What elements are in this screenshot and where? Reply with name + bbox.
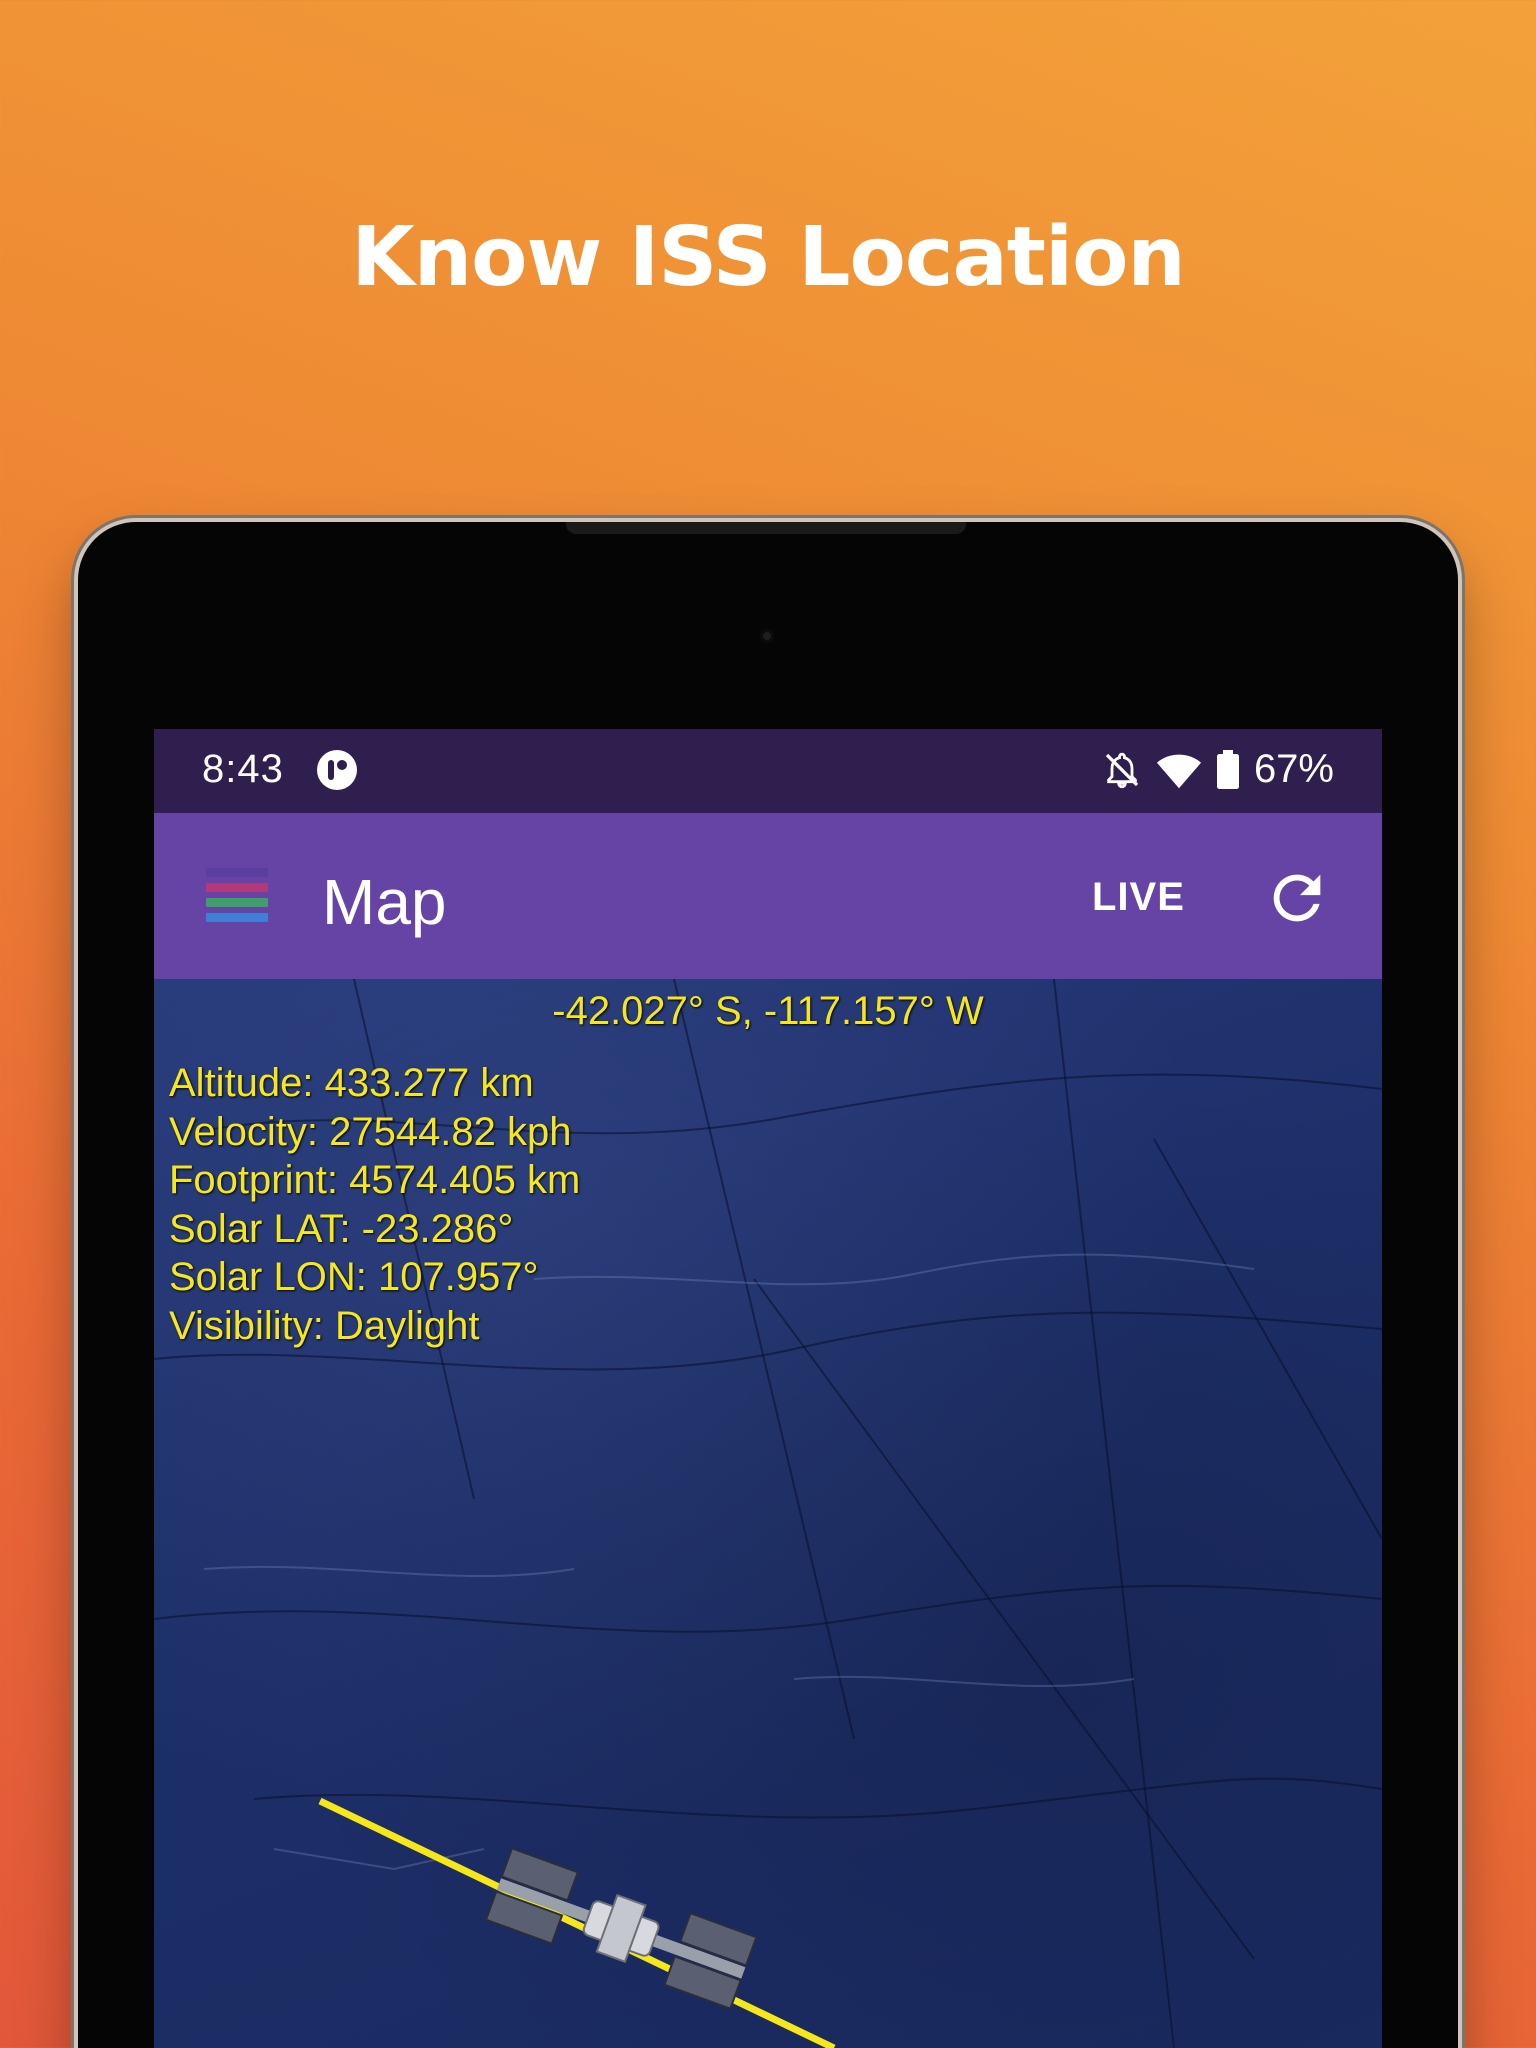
velocity-stat: Velocity: 27544.82 kph bbox=[169, 1109, 572, 1154]
menu-stripe bbox=[206, 883, 268, 892]
menu-stripe bbox=[206, 913, 268, 922]
live-button[interactable]: LIVE bbox=[1092, 875, 1185, 920]
status-bar: 8:43 67% bbox=[154, 729, 1382, 813]
wifi-icon bbox=[1156, 754, 1201, 788]
camera-icon bbox=[760, 629, 774, 643]
iss-icon[interactable] bbox=[484, 1847, 758, 2010]
device-screen: 8:43 67% Map LIVE -42.027° S, -117.157° … bbox=[154, 729, 1382, 2048]
solar-lon-stat: Solar LON: 107.957° bbox=[169, 1255, 539, 1300]
battery-percent: 67% bbox=[1253, 747, 1334, 791]
status-time: 8:43 bbox=[202, 747, 284, 791]
iss-stats: Altitude: 433.277 km Velocity: 27544.82 … bbox=[169, 1059, 580, 1351]
app-icon bbox=[317, 750, 357, 790]
refresh-icon[interactable] bbox=[1262, 863, 1332, 933]
page-title: Map bbox=[322, 866, 447, 938]
menu-icon[interactable] bbox=[206, 868, 268, 928]
visibility-stat: Visibility: Daylight bbox=[169, 1303, 480, 1348]
iss-coordinates: -42.027° S, -117.157° W bbox=[552, 989, 984, 1033]
map-view[interactable]: -42.027° S, -117.157° W Altitude: 433.27… bbox=[154, 979, 1382, 2048]
app-bar: Map LIVE bbox=[154, 813, 1382, 979]
solar-lat-stat: Solar LAT: -23.286° bbox=[169, 1206, 514, 1251]
battery-icon bbox=[1216, 749, 1239, 789]
footprint-stat: Footprint: 4574.405 km bbox=[169, 1158, 581, 1203]
notifications-off-icon bbox=[1105, 752, 1139, 788]
status-icons: 67% bbox=[1102, 747, 1334, 792]
menu-stripe bbox=[206, 868, 268, 877]
headline: Know ISS Location bbox=[351, 210, 1186, 305]
altitude-stat: Altitude: 433.277 km bbox=[169, 1061, 534, 1105]
bezel-notch bbox=[566, 522, 966, 534]
menu-stripe bbox=[206, 898, 268, 907]
